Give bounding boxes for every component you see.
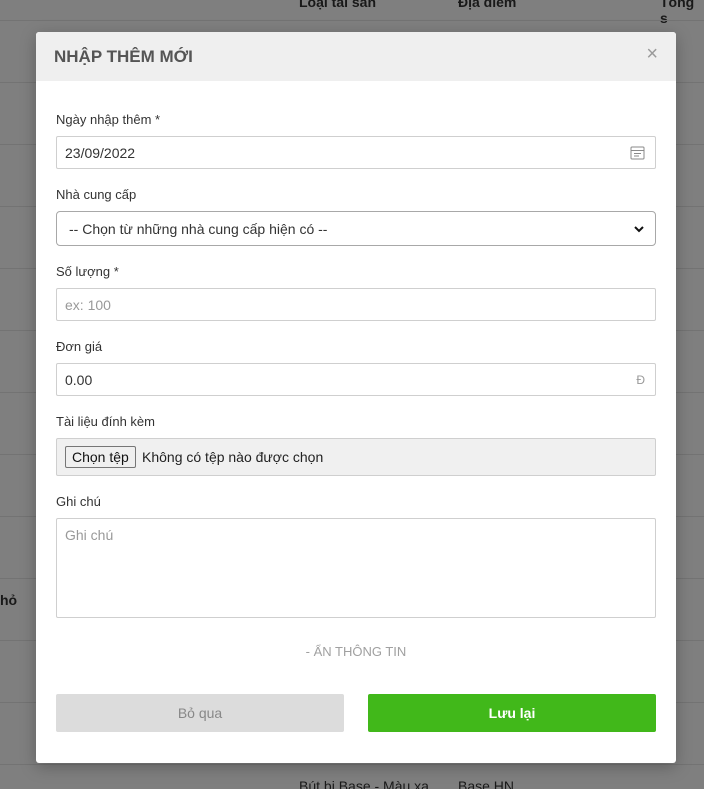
import-date-label: Ngày nhập thêm * <box>56 112 161 127</box>
unit-price-label: Đơn giá <box>56 339 103 354</box>
note-placeholder: Ghi chú <box>65 527 114 543</box>
chevron-down-icon <box>634 226 644 233</box>
quantity-placeholder: ex: 100 <box>65 296 111 313</box>
currency-suffix: Đ <box>636 372 645 387</box>
supplier-selected-value: -- Chọn từ những nhà cung cấp hiện có -- <box>69 220 328 237</box>
supplier-label: Nhà cung cấp <box>56 187 137 202</box>
choose-file-button[interactable]: Chọn tệp <box>65 446 136 468</box>
file-status-text: Không có tệp nào được chọn <box>142 449 324 465</box>
modal-title: NHẬP THÊM MỚI <box>54 47 193 66</box>
cancel-button[interactable]: Bỏ qua <box>56 694 344 732</box>
hide-info-toggle[interactable]: - ẨN THÔNG TIN <box>36 644 676 659</box>
supplier-select[interactable]: -- Chọn từ những nhà cung cấp hiện có -- <box>56 211 656 246</box>
quantity-label: Số lượng * <box>56 264 119 279</box>
close-icon[interactable]: × <box>646 44 658 64</box>
save-button[interactable]: Lưu lại <box>368 694 656 732</box>
unit-price-value: 0.00 <box>65 371 93 388</box>
attachment-field: Chọn tệp Không có tệp nào được chọn <box>56 438 656 476</box>
attachment-label: Tài liệu đính kèm <box>56 414 155 429</box>
import-date-field[interactable]: 23/09/2022 <box>56 136 656 169</box>
calendar-icon[interactable] <box>630 145 645 160</box>
quantity-input[interactable]: ex: 100 <box>56 288 656 321</box>
modal-header: NHẬP THÊM MỚI × <box>36 32 676 81</box>
note-textarea[interactable]: Ghi chú <box>56 518 656 618</box>
unit-price-input[interactable]: 0.00 Đ <box>56 363 656 396</box>
add-import-modal: NHẬP THÊM MỚI × Ngày nhập thêm * 23/09/2… <box>36 32 676 763</box>
import-date-value: 23/09/2022 <box>65 144 136 161</box>
note-label: Ghi chú <box>56 494 101 509</box>
